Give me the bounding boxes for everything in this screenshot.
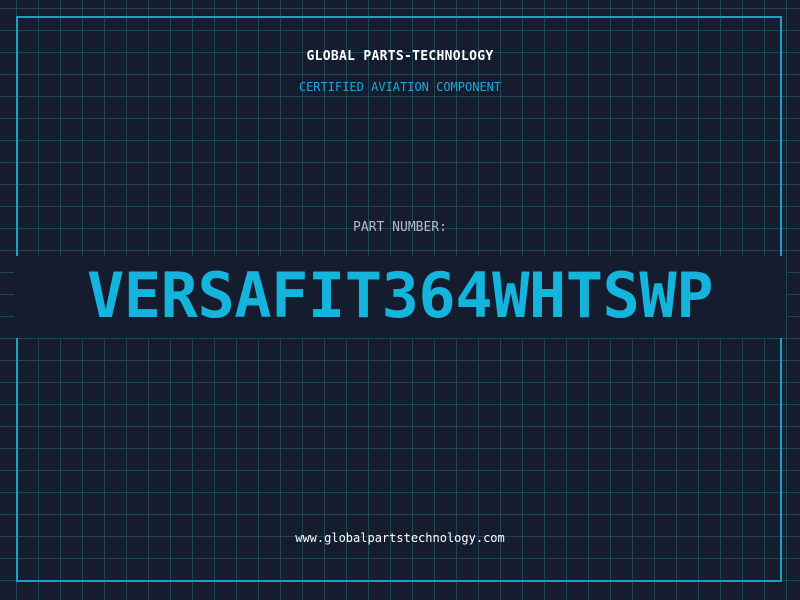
company-name: GLOBAL PARTS-TECHNOLOGY	[306, 49, 494, 64]
part-number-value: VERSAFIT364WHTSWP	[86, 259, 714, 332]
part-number-label: PART NUMBER:	[353, 220, 447, 235]
certificate-canvas: GLOBAL PARTS-TECHNOLOGY CERTIFIED AVIATI…	[0, 0, 800, 600]
certification-tagline: CERTIFIED AVIATION COMPONENT	[298, 80, 502, 94]
website-url: www.globalpartstechnology.com	[295, 531, 505, 545]
